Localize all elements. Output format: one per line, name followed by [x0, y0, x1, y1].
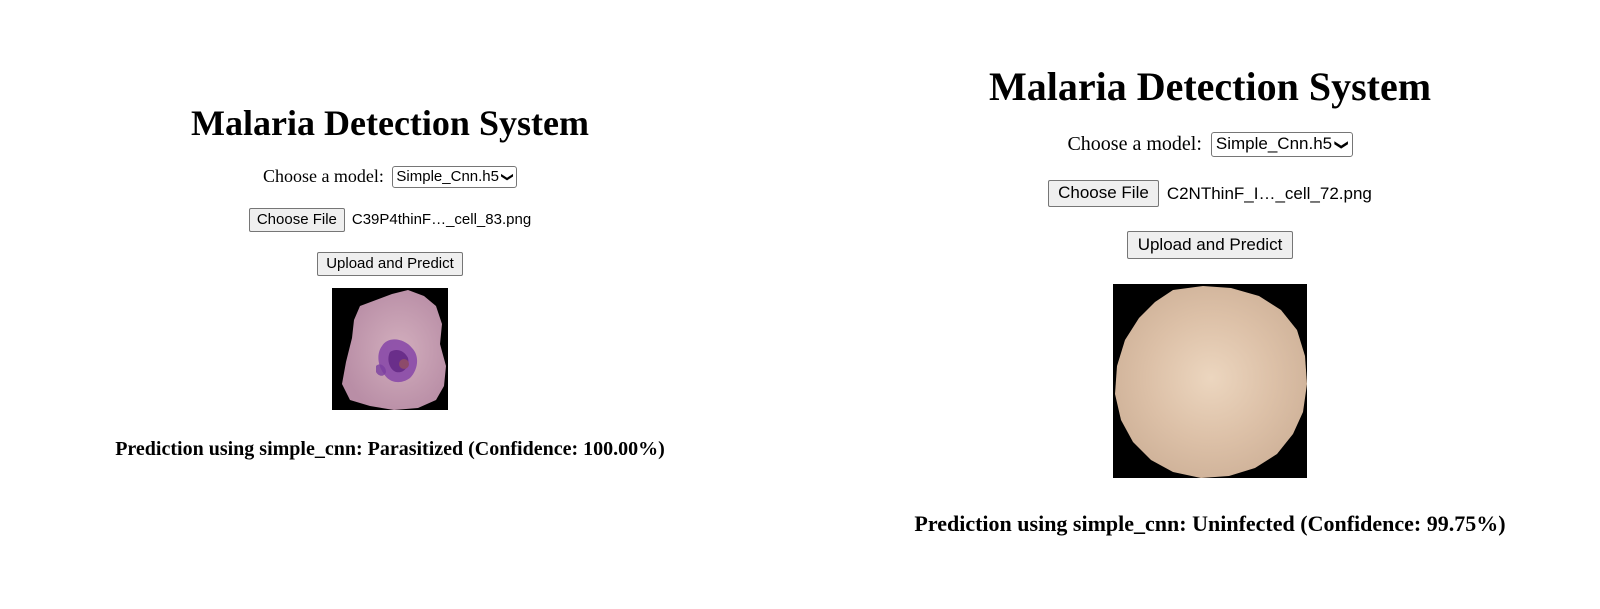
file-input-row: Choose File C2NThinF_I…_cell_72.png: [820, 180, 1600, 207]
uninfected-cell-image: [1113, 284, 1307, 478]
chevron-down-icon: ❯: [1334, 139, 1350, 151]
parasitized-cell-drawing: [342, 289, 446, 410]
upload-row: Upload and Predict: [820, 231, 1600, 259]
page-title: Malaria Detection System: [988, 64, 1432, 109]
prediction-panel-left: Malaria Detection System Choose a model:…: [0, 0, 780, 461]
model-select-label: Choose a model:: [262, 166, 384, 187]
file-input-row: Choose File C39P4thinF…_cell_83.png: [0, 207, 780, 232]
model-select-value: Simple_Cnn.h5: [396, 167, 499, 185]
parasitized-cell-image: [332, 287, 448, 410]
upload-row: Upload and Predict: [0, 251, 780, 276]
image-preview-row: [0, 287, 780, 412]
prediction-result: Prediction using simple_cnn: Uninfected …: [914, 511, 1506, 536]
chevron-down-icon: ❯: [501, 171, 516, 182]
prediction-result: Prediction using simple_cnn: Parasitized…: [115, 437, 665, 460]
model-select-label: Choose a model:: [1067, 133, 1202, 155]
model-select-row: Choose a model: Simple_Cnn.h5 ❯: [0, 165, 780, 188]
model-select-row: Choose a model: Simple_Cnn.h5 ❯: [820, 132, 1600, 157]
image-preview-row: [820, 284, 1600, 478]
model-select-dropdown[interactable]: Simple_Cnn.h5 ❯: [392, 165, 518, 188]
selected-file-name: C39P4thinF…_cell_83.png: [351, 211, 532, 229]
page-title: Malaria Detection System: [191, 103, 589, 143]
choose-file-button[interactable]: Choose File: [1048, 180, 1159, 207]
model-select-dropdown[interactable]: Simple_Cnn.h5 ❯: [1210, 132, 1353, 157]
model-select-value: Simple_Cnn.h5: [1215, 134, 1333, 153]
prediction-panel-right: Malaria Detection System Choose a model:…: [820, 0, 1600, 537]
selected-file-name: C2NThinF_I…_cell_72.png: [1166, 183, 1372, 203]
upload-and-predict-button[interactable]: Upload and Predict: [1126, 231, 1294, 259]
choose-file-button[interactable]: Choose File: [248, 207, 345, 232]
uninfected-cell-drawing: [1115, 286, 1307, 478]
upload-and-predict-button[interactable]: Upload and Predict: [317, 251, 463, 276]
